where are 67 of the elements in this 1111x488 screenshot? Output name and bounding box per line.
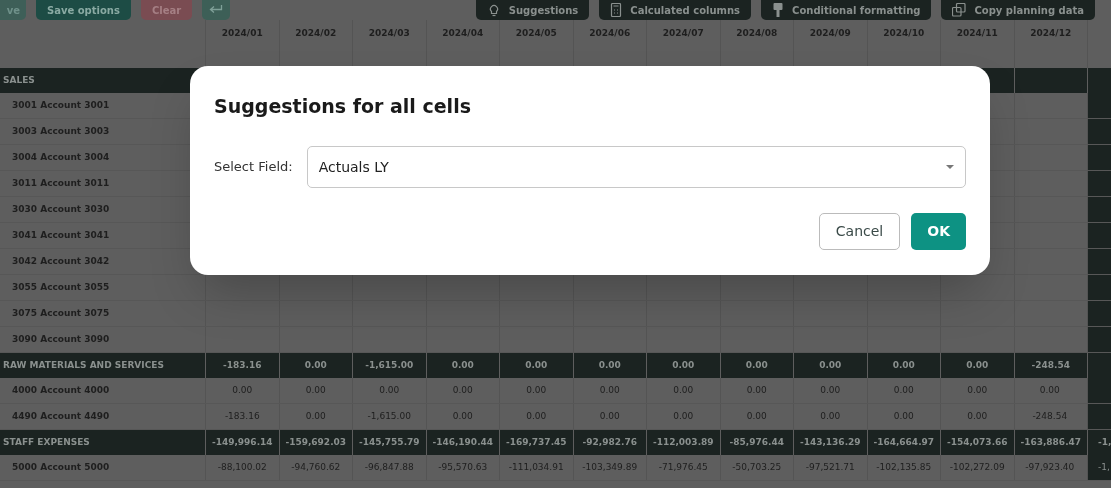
select-field[interactable]: Actuals LY <box>306 146 966 188</box>
table-cell: 0.00 <box>719 404 793 429</box>
table-cell: 0.00 <box>425 378 499 403</box>
cancel-button[interactable]: Cancel <box>818 213 901 250</box>
table-cell: -94,760.62 <box>278 455 352 480</box>
table-cell: 0.00 <box>940 378 1014 403</box>
group-label: SALES <box>2 73 36 87</box>
table-cell: 0.00 <box>278 378 352 403</box>
toolbar-button[interactable]: Copy planning data <box>941 0 1095 20</box>
account-label: 3090 Account 3090 <box>11 332 111 346</box>
table-cell: 0.00 <box>866 378 940 403</box>
account-label: 3001 Account 3001 <box>11 98 111 112</box>
table-cell: -1,615.00 <box>352 404 426 429</box>
account-label: 4490 Account 4490 <box>11 409 111 423</box>
table-cell: -95,570.63 <box>425 455 499 480</box>
ok-button[interactable]: OK <box>911 213 966 250</box>
table-cell: -103,349.89 <box>572 455 646 480</box>
dropdown-caret-icon <box>946 165 954 169</box>
table-cell: 0.00 <box>278 404 352 429</box>
toolbar-button[interactable]: Calculated columns <box>599 0 752 20</box>
table-cell: 0.00 <box>499 404 573 429</box>
copy-icon <box>952 3 967 17</box>
calculator-icon <box>610 3 623 17</box>
table-cell: -102,135.85 <box>866 455 940 480</box>
table-cell: 0.00 <box>205 378 279 403</box>
table-cell: -1, <box>1087 430 1111 455</box>
table-cell: -97,521.71 <box>793 455 867 480</box>
table-cell: -96,847.88 <box>352 455 426 480</box>
account-label: 3042 Account 3042 <box>11 254 111 268</box>
dialog-title: Suggestions for all cells <box>214 94 471 118</box>
table-cell: 0.00 <box>940 404 1014 429</box>
field-label: Select Field: <box>214 158 293 177</box>
table-cell: 0.00 <box>793 404 867 429</box>
table-cell: 0.00 <box>793 378 867 403</box>
table-cell: -183.16 <box>205 404 279 429</box>
table-cell: 0.00 <box>719 378 793 403</box>
table-cell: -102,272.09 <box>940 455 1014 480</box>
group-label: RAW MATERIALS AND SERVICES <box>2 358 165 372</box>
toolbar-button[interactable]: Conditional formatting <box>761 0 932 20</box>
table-cell: 0.00 <box>572 378 646 403</box>
table-cell: 0.00 <box>352 378 426 403</box>
save-button[interactable]: Save options <box>36 0 131 20</box>
account-label: 3011 Account 3011 <box>11 176 111 190</box>
table-cell: -1, <box>1087 455 1111 480</box>
toolbar-button[interactable]: Suggestions <box>475 0 590 20</box>
table-cell: 0.00 <box>425 404 499 429</box>
table-cell: 0.00 <box>499 378 573 403</box>
account-label: 4000 Account 4000 <box>11 383 111 397</box>
table-cell: 0.00 <box>572 404 646 429</box>
table-cell: -111,034.91 <box>499 455 573 480</box>
account-label: 5000 Account 5000 <box>11 460 111 474</box>
account-label: 3041 Account 3041 <box>11 228 111 242</box>
paintbrush-icon <box>772 2 785 18</box>
table-cell: -71,976.45 <box>646 455 720 480</box>
account-label: 3055 Account 3055 <box>11 280 111 294</box>
account-label: 3075 Account 3075 <box>11 306 111 320</box>
group-label: STAFF EXPENSES <box>2 435 91 449</box>
account-label: 3004 Account 3004 <box>11 150 111 164</box>
table-cell: 0.00 <box>866 404 940 429</box>
table-cell: 0.00 <box>646 404 720 429</box>
return-button[interactable] <box>202 0 231 20</box>
account-label: 3003 Account 3003 <box>11 124 111 138</box>
table-cell: -50,703.25 <box>719 455 793 480</box>
table-cell: -88,100.02 <box>205 455 279 480</box>
account-label: 3030 Account 3030 <box>11 202 111 216</box>
table-cell: 0.00 <box>646 378 720 403</box>
return-arrow-icon <box>209 5 224 15</box>
